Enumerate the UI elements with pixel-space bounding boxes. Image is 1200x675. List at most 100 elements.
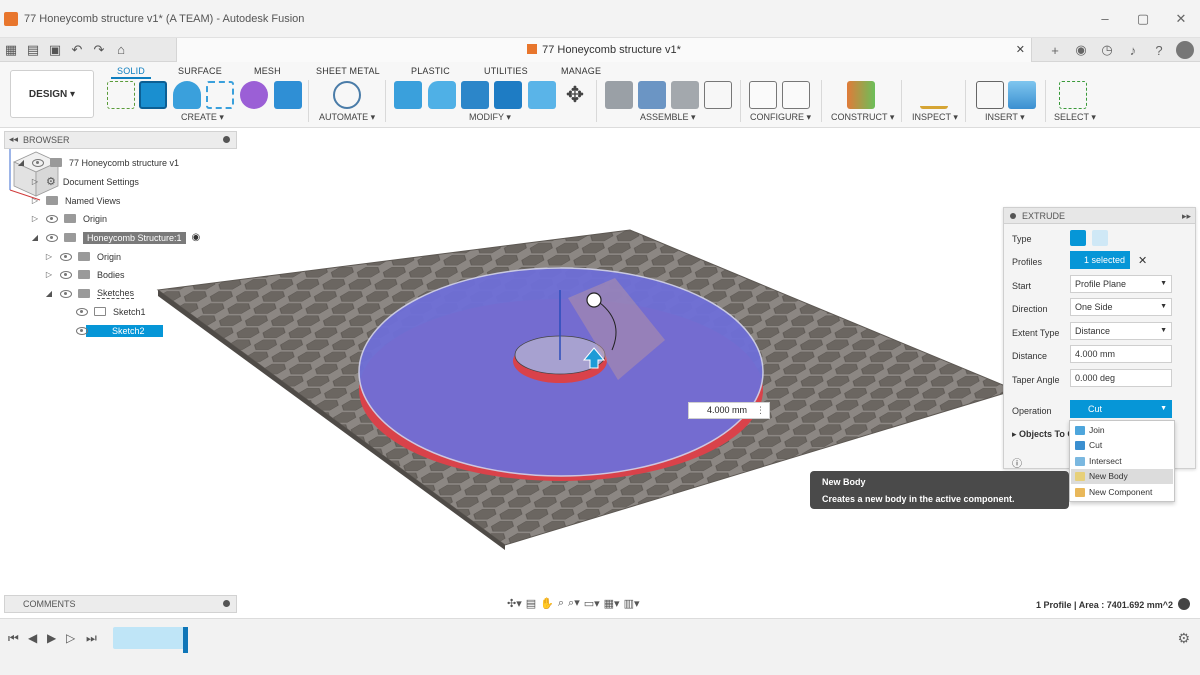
operation-option-intersect[interactable]: Intersect	[1071, 454, 1173, 469]
rotate-handle[interactable]	[586, 292, 602, 308]
joint-icon[interactable]	[638, 81, 666, 109]
status-indicator-icon[interactable]	[1178, 598, 1190, 610]
press-pull-icon[interactable]	[394, 81, 422, 109]
expand-toggle-icon[interactable]: ▷	[30, 177, 40, 186]
tree-node-sketches[interactable]: ◢ Sketches	[44, 285, 135, 302]
display-settings-icon[interactable]: ▭▾	[584, 597, 600, 610]
visibility-eye-icon[interactable]	[60, 289, 72, 298]
expand-toggle-icon[interactable]: ◢	[30, 233, 40, 242]
type-solid-icon[interactable]	[1070, 230, 1086, 246]
job-status-icon[interactable]: ◷	[1094, 42, 1120, 58]
sweep-icon[interactable]	[206, 81, 234, 109]
visibility-eye-icon[interactable]	[60, 252, 72, 261]
save-icon[interactable]: ▣	[44, 42, 66, 58]
undo-icon[interactable]: ↶	[66, 42, 88, 58]
tab-surface[interactable]: SURFACE	[178, 66, 222, 76]
play-icon[interactable]: ▶	[47, 631, 56, 645]
visibility-eye-icon[interactable]	[46, 233, 58, 242]
last-step-icon[interactable]: ⏭	[86, 631, 97, 646]
table-icon[interactable]	[782, 81, 810, 109]
expand-toggle-icon[interactable]: ◢	[44, 289, 54, 298]
select-icon[interactable]	[1059, 81, 1087, 109]
extent-type-select[interactable]: Distance ▼	[1070, 322, 1172, 340]
tree-node-origin[interactable]: ▷ Origin	[30, 210, 107, 227]
distance-manipulator-input[interactable]: 4.000 mm ⋮	[688, 402, 770, 419]
combine-icon[interactable]	[528, 81, 556, 109]
create-menu[interactable]: CREATE ▾	[181, 112, 224, 123]
revolve-icon[interactable]	[173, 81, 201, 109]
insert-image-icon[interactable]	[1008, 81, 1036, 109]
fit-icon[interactable]: ⌕▾	[568, 596, 580, 610]
operation-select[interactable]: Cut ▼	[1070, 400, 1172, 418]
automate-icon[interactable]	[333, 81, 361, 109]
create-sketch-icon[interactable]	[107, 81, 135, 109]
operation-option-cut[interactable]: Cut	[1071, 438, 1173, 453]
visibility-eye-icon[interactable]	[76, 307, 88, 316]
visibility-eye-icon[interactable]	[46, 214, 58, 223]
visibility-eye-icon[interactable]	[60, 270, 72, 279]
new-component-icon[interactable]	[605, 81, 633, 109]
insert-menu[interactable]: INSERT ▾	[985, 112, 1025, 123]
tab-solid[interactable]: SOLID	[110, 66, 152, 79]
workspace-switcher[interactable]: DESIGN ▾	[10, 70, 94, 118]
zoom-icon[interactable]: ⌕	[558, 597, 564, 610]
type-thin-icon[interactable]	[1092, 230, 1108, 246]
comments-panel[interactable]: COMMENTS	[4, 595, 237, 613]
file-icon[interactable]: ▤	[22, 42, 44, 58]
tree-node-bodies[interactable]: ▷ Bodies	[44, 266, 125, 283]
profiles-selector[interactable]: 1 selected	[1070, 251, 1130, 269]
options-menu-icon[interactable]: ⋮	[756, 403, 765, 418]
close-window-button[interactable]: ✕	[1162, 0, 1200, 38]
shell-icon[interactable]	[494, 81, 522, 109]
expand-toggle-icon[interactable]: ▷	[44, 252, 54, 261]
tab-plastic[interactable]: PLASTIC	[411, 66, 450, 76]
tab-sheet-metal[interactable]: SHEET METAL	[316, 66, 380, 76]
tree-node-component-origin[interactable]: ▷ Origin	[44, 248, 121, 265]
expand-toggle-icon[interactable]: ◢	[16, 158, 26, 167]
first-step-icon[interactable]: ⏮	[8, 631, 19, 646]
redo-icon[interactable]: ↷	[88, 42, 110, 58]
create-form-icon[interactable]	[240, 81, 268, 109]
grid-settings-icon[interactable]: ▦▾	[604, 597, 620, 610]
comments-pin-icon[interactable]	[223, 600, 230, 607]
tab-mesh[interactable]: MESH	[254, 66, 281, 76]
objects-to-cut-label[interactable]: ▸ Objects To C	[1012, 429, 1074, 440]
fillet-icon[interactable]	[428, 81, 456, 109]
tab-utilities[interactable]: UTILITIES	[484, 66, 528, 76]
visibility-eye-icon[interactable]	[76, 326, 88, 335]
notifications-icon[interactable]: ♪	[1120, 43, 1146, 58]
modify-menu[interactable]: MODIFY ▾	[469, 112, 511, 123]
visibility-eye-icon[interactable]	[32, 158, 44, 167]
configure-menu[interactable]: CONFIGURE ▾	[750, 112, 811, 123]
tree-node-sketch2[interactable]: Sketch2	[76, 322, 163, 339]
extensions-icon[interactable]: ◉	[1068, 42, 1094, 58]
configure-icon[interactable]	[749, 81, 777, 109]
tree-node-component[interactable]: ◢ Honeycomb Structure:1 ◉	[30, 229, 200, 246]
extrude-icon[interactable]	[139, 81, 167, 109]
viewports-icon[interactable]: ▥▾	[624, 597, 640, 610]
offset-plane-icon[interactable]	[847, 81, 875, 109]
start-select[interactable]: Profile Plane ▼	[1070, 275, 1172, 293]
orbit-icon[interactable]: ✣▾	[507, 597, 522, 610]
pan-icon[interactable]: ✋	[540, 597, 554, 610]
new-tab-icon[interactable]: +	[1042, 43, 1068, 58]
automate-menu[interactable]: AUTOMATE ▾	[319, 112, 375, 123]
extrude-dialog-header[interactable]: EXTRUDE ▸▸	[1004, 208, 1195, 224]
clear-selection-icon[interactable]: ✕	[1138, 254, 1147, 267]
browser-pin-icon[interactable]	[223, 136, 230, 143]
box-icon[interactable]	[274, 81, 302, 109]
timeline-features[interactable]	[113, 627, 185, 649]
close-tab-button[interactable]: ✕	[1016, 38, 1025, 62]
chamfer-icon[interactable]	[461, 81, 489, 109]
previous-step-icon[interactable]: ◀	[28, 631, 37, 645]
joint-origin-icon[interactable]	[704, 81, 732, 109]
tab-manage[interactable]: MANAGE	[561, 66, 601, 76]
move-icon[interactable]: ✥	[561, 81, 589, 109]
home-icon[interactable]: ⌂	[110, 42, 132, 57]
inspect-menu[interactable]: INSPECT ▾	[912, 112, 958, 123]
tree-node-document-settings[interactable]: ▷ ⚙ Document Settings	[30, 173, 139, 190]
construct-menu[interactable]: CONSTRUCT ▾	[831, 112, 894, 123]
expand-toggle-icon[interactable]: ▷	[30, 214, 40, 223]
browser-panel-header[interactable]: ◂◂ BROWSER	[4, 131, 237, 149]
user-avatar[interactable]	[1176, 41, 1194, 59]
